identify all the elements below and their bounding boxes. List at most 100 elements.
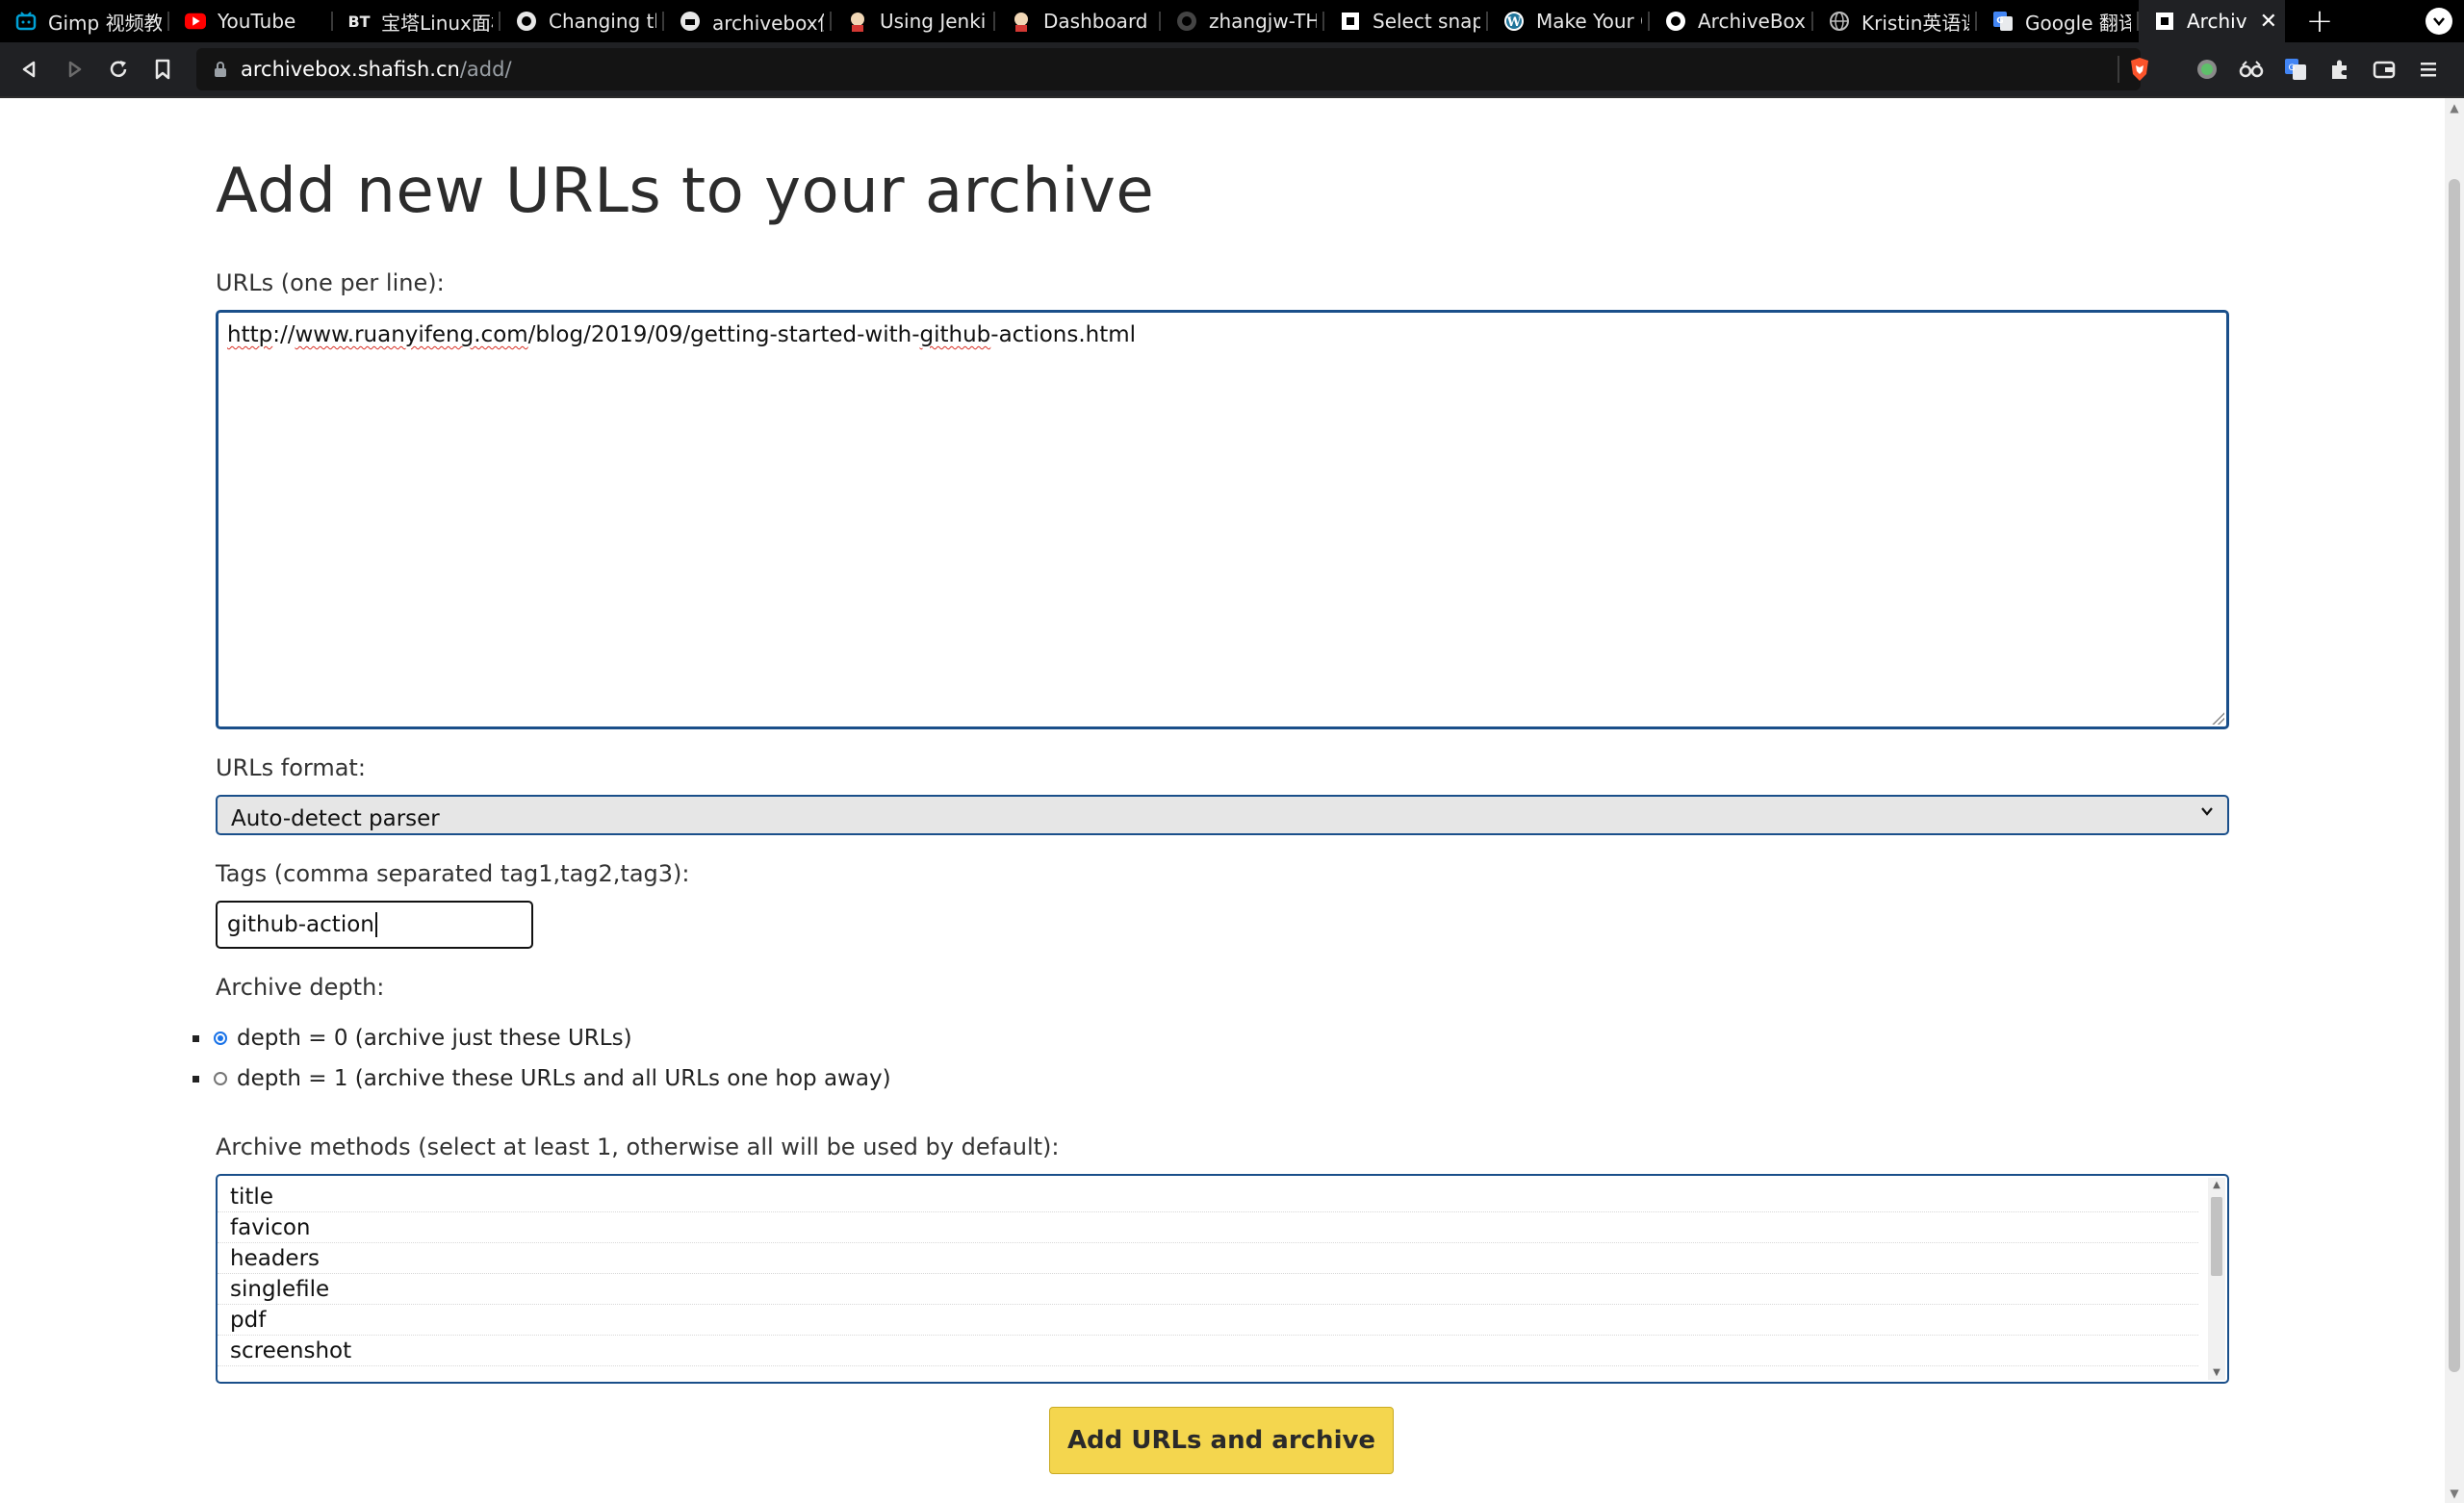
method-option-pdf[interactable]: pdf <box>218 1306 2198 1336</box>
archive-depth-label: Archive depth: <box>216 974 385 1001</box>
text-caret <box>374 912 377 937</box>
lock-icon <box>215 62 226 77</box>
chevron-down-icon <box>2433 17 2445 26</box>
forward-arrow-icon <box>68 61 82 78</box>
archivebox-icon <box>2154 11 2175 32</box>
tab-label: Select snapsh <box>1373 10 1480 33</box>
jenkins-icon <box>1011 11 1032 32</box>
tab-label: Make Your O <box>1536 10 1642 33</box>
tab-bt-panel[interactable]: BT 宝塔Linux面板 <box>333 0 500 42</box>
extension-circle-button[interactable] <box>2185 47 2229 91</box>
tab-label: archivebox使 <box>712 11 824 35</box>
tab-label: Gimp 视频教 <box>48 11 162 35</box>
depth-option-0[interactable]: depth = 0 (archive just these URLs) <box>192 1026 632 1051</box>
green-circle-icon <box>2197 60 2217 79</box>
tab-label: 宝塔Linux面板 <box>381 11 493 35</box>
wordpress-icon: W <box>1503 11 1525 32</box>
urls-textarea[interactable]: http://www.ruanyifeng.com/blog/2019/09/g… <box>216 310 2229 729</box>
new-tab-button[interactable]: + <box>2298 0 2341 42</box>
tab-label: Archived <box>2187 10 2246 33</box>
tab-dashboard[interactable]: Dashboard [J <box>995 0 1161 42</box>
scroll-up-arrow-icon[interactable]: ▲ <box>2212 1180 2221 1190</box>
urls-format-label: URLs format: <box>216 754 366 781</box>
back-button[interactable] <box>8 47 52 91</box>
bookmark-icon <box>155 59 170 80</box>
globe-icon <box>1829 11 1850 32</box>
tab-label: zhangjw-THU <box>1209 10 1317 33</box>
tab-using-jenkins[interactable]: Using Jenkins <box>832 0 995 42</box>
add-urls-and-archive-button[interactable]: Add URLs and archive <box>1049 1407 1394 1474</box>
archivebox-icon <box>1340 11 1361 32</box>
depth-0-radio[interactable] <box>214 1032 227 1045</box>
tab-make-your[interactable]: W Make Your O <box>1488 0 1650 42</box>
tab-archivebox-docs[interactable]: archivebox使 <box>664 0 832 42</box>
forward-button[interactable] <box>52 47 96 91</box>
tab-youtube[interactable]: YouTube <box>169 0 333 42</box>
wallet-button[interactable] <box>2362 47 2406 91</box>
svg-text:W: W <box>1506 15 1522 30</box>
tab-search-button[interactable] <box>2426 8 2452 35</box>
depth-0-label: depth = 0 (archive just these URLs) <box>237 1026 632 1051</box>
tab-label: Using Jenkins <box>880 10 988 33</box>
tab-label: ArchiveBox/A <box>1698 10 1806 33</box>
url-text: http://www.ruanyifeng.com/blog/2019/09/g… <box>227 322 1137 347</box>
tags-label: Tags (comma separated tag1,tag2,tag3): <box>216 860 690 887</box>
bookmark-button[interactable] <box>141 47 185 91</box>
extensions-button[interactable] <box>2318 47 2362 91</box>
urls-format-select[interactable]: Auto-detect parser <box>216 795 2229 835</box>
tab-google-translate[interactable]: G Google 翻译 <box>1977 0 2139 42</box>
tab-select-snapshot[interactable]: Select snapsh <box>1324 0 1488 42</box>
tab-kristin[interactable]: Kristin英语课 <box>1813 0 1977 42</box>
tags-input[interactable]: github-action <box>216 901 533 949</box>
scroll-down-arrow-icon[interactable]: ▼ <box>2212 1367 2221 1378</box>
page-scroll-thumb[interactable] <box>2449 179 2460 1372</box>
method-option-title[interactable]: title <box>218 1183 2198 1212</box>
tags-value: github-action <box>227 912 374 937</box>
github-icon <box>1176 11 1197 32</box>
svg-text:G: G <box>1996 16 2003 26</box>
youtube-icon <box>185 11 206 32</box>
archive-methods-listbox[interactable]: title favicon headers singlefile pdf scr… <box>216 1174 2229 1384</box>
method-option-headers[interactable]: headers <box>218 1244 2198 1274</box>
puzzle-piece-icon <box>2332 60 2347 79</box>
glasses-icon <box>2239 61 2264 78</box>
methods-options: title favicon headers singlefile pdf scr… <box>218 1176 2227 1366</box>
google-translate-icon: G <box>1992 11 2014 32</box>
depth-1-radio[interactable] <box>214 1072 227 1085</box>
methods-scroll-thumb[interactable] <box>2211 1197 2222 1276</box>
brave-lion-icon <box>2131 58 2148 81</box>
tab-archivebox-github[interactable]: ArchiveBox/A <box>1650 0 1813 42</box>
resize-handle[interactable] <box>2211 711 2224 725</box>
wallet-icon <box>2373 61 2396 79</box>
list-bullet <box>192 1075 199 1083</box>
reload-icon <box>110 61 127 77</box>
extension-glasses-button[interactable] <box>2229 47 2273 91</box>
docker-icon <box>680 11 701 32</box>
brave-shields-button[interactable] <box>2118 47 2162 91</box>
github-icon <box>1665 11 1686 32</box>
back-arrow-icon <box>22 61 36 78</box>
method-option-screenshot[interactable]: screenshot <box>218 1337 2198 1366</box>
tab-label: YouTube <box>218 10 296 33</box>
main-menu-button[interactable] <box>2406 47 2451 91</box>
tab-gimp[interactable]: Gimp 视频教 <box>0 0 169 42</box>
depth-option-1[interactable]: depth = 1 (archive these URLs and all UR… <box>192 1066 891 1091</box>
scroll-up-arrow-icon[interactable]: ▲ <box>2449 102 2460 114</box>
tab-archived-active[interactable]: Archived ✕ <box>2139 0 2285 42</box>
reload-button[interactable] <box>96 47 141 91</box>
method-option-singlefile[interactable]: singlefile <box>218 1275 2198 1305</box>
extension-translate-button[interactable]: G <box>2273 47 2318 91</box>
translate-icon: G <box>2285 59 2306 80</box>
close-tab-icon[interactable]: ✕ <box>2260 10 2277 34</box>
bt-icon: BT <box>347 12 371 31</box>
address-bar[interactable]: archivebox.shafish.cn /add/ <box>196 48 2141 90</box>
method-option-favicon[interactable]: favicon <box>218 1213 2198 1243</box>
url-host: archivebox.shafish.cn <box>241 58 460 81</box>
tab-changing[interactable]: Changing the <box>500 0 664 42</box>
tab-label: Kristin英语课 <box>1861 11 1969 35</box>
scroll-down-arrow-icon[interactable]: ▼ <box>2449 1488 2460 1499</box>
methods-scrollbar[interactable]: ▲ ▼ <box>2208 1178 2225 1380</box>
depth-1-label: depth = 1 (archive these URLs and all UR… <box>237 1066 891 1091</box>
tab-zhangjw[interactable]: zhangjw-THU <box>1161 0 1324 42</box>
